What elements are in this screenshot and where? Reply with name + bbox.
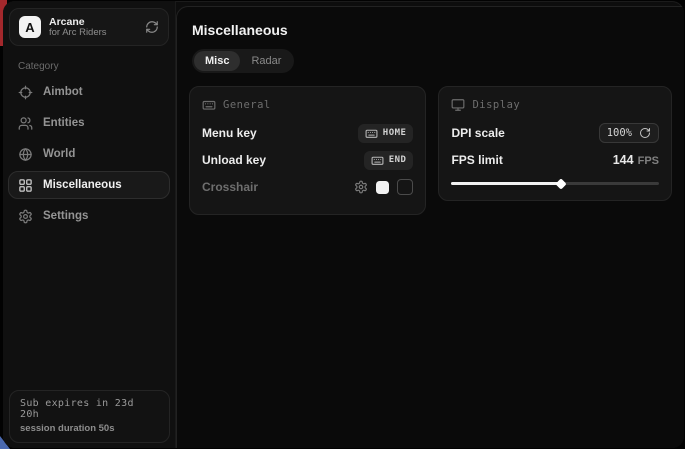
card-title: General — [223, 99, 271, 111]
sidebar-nav: Aimbot Entities World — [8, 78, 170, 230]
crosshair-label: Crosshair — [202, 180, 258, 194]
rotate-cw-icon — [639, 127, 651, 139]
keyboard-icon — [371, 154, 384, 167]
fps-limit-value-wrap: 144 FPS — [613, 153, 659, 167]
sidebar-item-label: World — [43, 148, 75, 160]
sidebar: A Arcane for Arc Riders Category Aimbot — [3, 1, 176, 448]
keybind-value: HOME — [383, 128, 407, 138]
sidebar-item-aimbot[interactable]: Aimbot — [8, 78, 170, 106]
app-logo: A — [19, 16, 41, 38]
fps-limit-unit: FPS — [638, 155, 659, 167]
menu-key-row: Menu key HOME — [202, 121, 413, 145]
monitor-icon — [451, 98, 465, 112]
grid-icon — [18, 178, 33, 193]
menu-key-label: Menu key — [202, 126, 257, 140]
crosshair-row: Crosshair — [202, 175, 413, 199]
app-screen: A Arcane for Arc Riders Category Aimbot — [0, 0, 685, 449]
dpi-scale-value: 100% — [607, 127, 632, 139]
sub-expiry-text: Sub expires in 23d 20h — [20, 398, 159, 420]
sidebar-item-settings[interactable]: Settings — [8, 202, 170, 230]
profile-text: Arcane for Arc Riders — [49, 16, 107, 39]
crosshair-color-swatch[interactable] — [376, 181, 389, 194]
keyboard-icon — [202, 98, 216, 112]
unload-key-row: Unload key END — [202, 148, 413, 172]
general-card: General Menu key HOME Unload key — [189, 86, 426, 215]
sidebar-item-label: Settings — [43, 210, 88, 222]
cards-row: General Menu key HOME Unload key — [189, 86, 672, 215]
card-title: Display — [472, 99, 520, 111]
gear-icon — [18, 209, 33, 224]
crosshair-icon — [18, 85, 33, 100]
sidebar-item-entities[interactable]: Entities — [8, 109, 170, 137]
sidebar-item-label: Miscellaneous — [43, 179, 122, 191]
tab-misc[interactable]: Misc — [194, 51, 240, 71]
app-subtitle: for Arc Riders — [49, 28, 107, 39]
app-title: Arcane — [49, 16, 107, 28]
sidebar-item-label: Aimbot — [43, 86, 83, 98]
display-card-header: Display — [451, 98, 659, 112]
fps-slider[interactable] — [451, 178, 659, 188]
unload-key-keybind-button[interactable]: END — [364, 151, 414, 170]
tab-bar: Misc Radar — [192, 49, 294, 73]
sidebar-item-world[interactable]: World — [8, 140, 170, 168]
profile-card: A Arcane for Arc Riders — [9, 8, 169, 46]
general-card-header: General — [202, 98, 413, 112]
sidebar-item-label: Entities — [43, 117, 85, 129]
unload-key-label: Unload key — [202, 153, 266, 167]
refresh-icon[interactable] — [145, 20, 159, 34]
app-window: A Arcane for Arc Riders Category Aimbot — [3, 1, 684, 448]
fps-limit-row: FPS limit 144 FPS — [451, 148, 659, 172]
fps-limit-label: FPS limit — [451, 153, 502, 167]
keyboard-icon — [365, 127, 378, 140]
crosshair-checkbox[interactable] — [397, 179, 413, 195]
display-card: Display DPI scale 100% FPS limit — [438, 86, 672, 201]
crosshair-controls — [354, 179, 413, 195]
keybind-value: END — [389, 155, 407, 165]
sidebar-item-miscellaneous[interactable]: Miscellaneous — [8, 171, 170, 199]
gear-icon[interactable] — [354, 180, 368, 194]
page-title: Miscellaneous — [192, 22, 672, 38]
users-icon — [18, 116, 33, 131]
fps-slider-fill — [451, 182, 561, 185]
dpi-scale-row: DPI scale 100% — [451, 121, 659, 145]
fps-limit-value: 144 — [613, 153, 634, 167]
dpi-scale-control[interactable]: 100% — [599, 123, 659, 143]
fps-slider-thumb[interactable] — [556, 178, 567, 189]
dpi-scale-label: DPI scale — [451, 126, 504, 140]
session-duration-text: session duration 50s — [20, 423, 159, 434]
category-label: Category — [18, 61, 175, 72]
app-logo-letter: A — [25, 20, 34, 35]
tab-radar[interactable]: Radar — [240, 51, 292, 71]
subscription-info: Sub expires in 23d 20h session duration … — [9, 390, 170, 443]
main-panel: Miscellaneous Misc Radar General Menu ke… — [176, 6, 684, 448]
menu-key-keybind-button[interactable]: HOME — [358, 124, 414, 143]
globe-icon — [18, 147, 33, 162]
